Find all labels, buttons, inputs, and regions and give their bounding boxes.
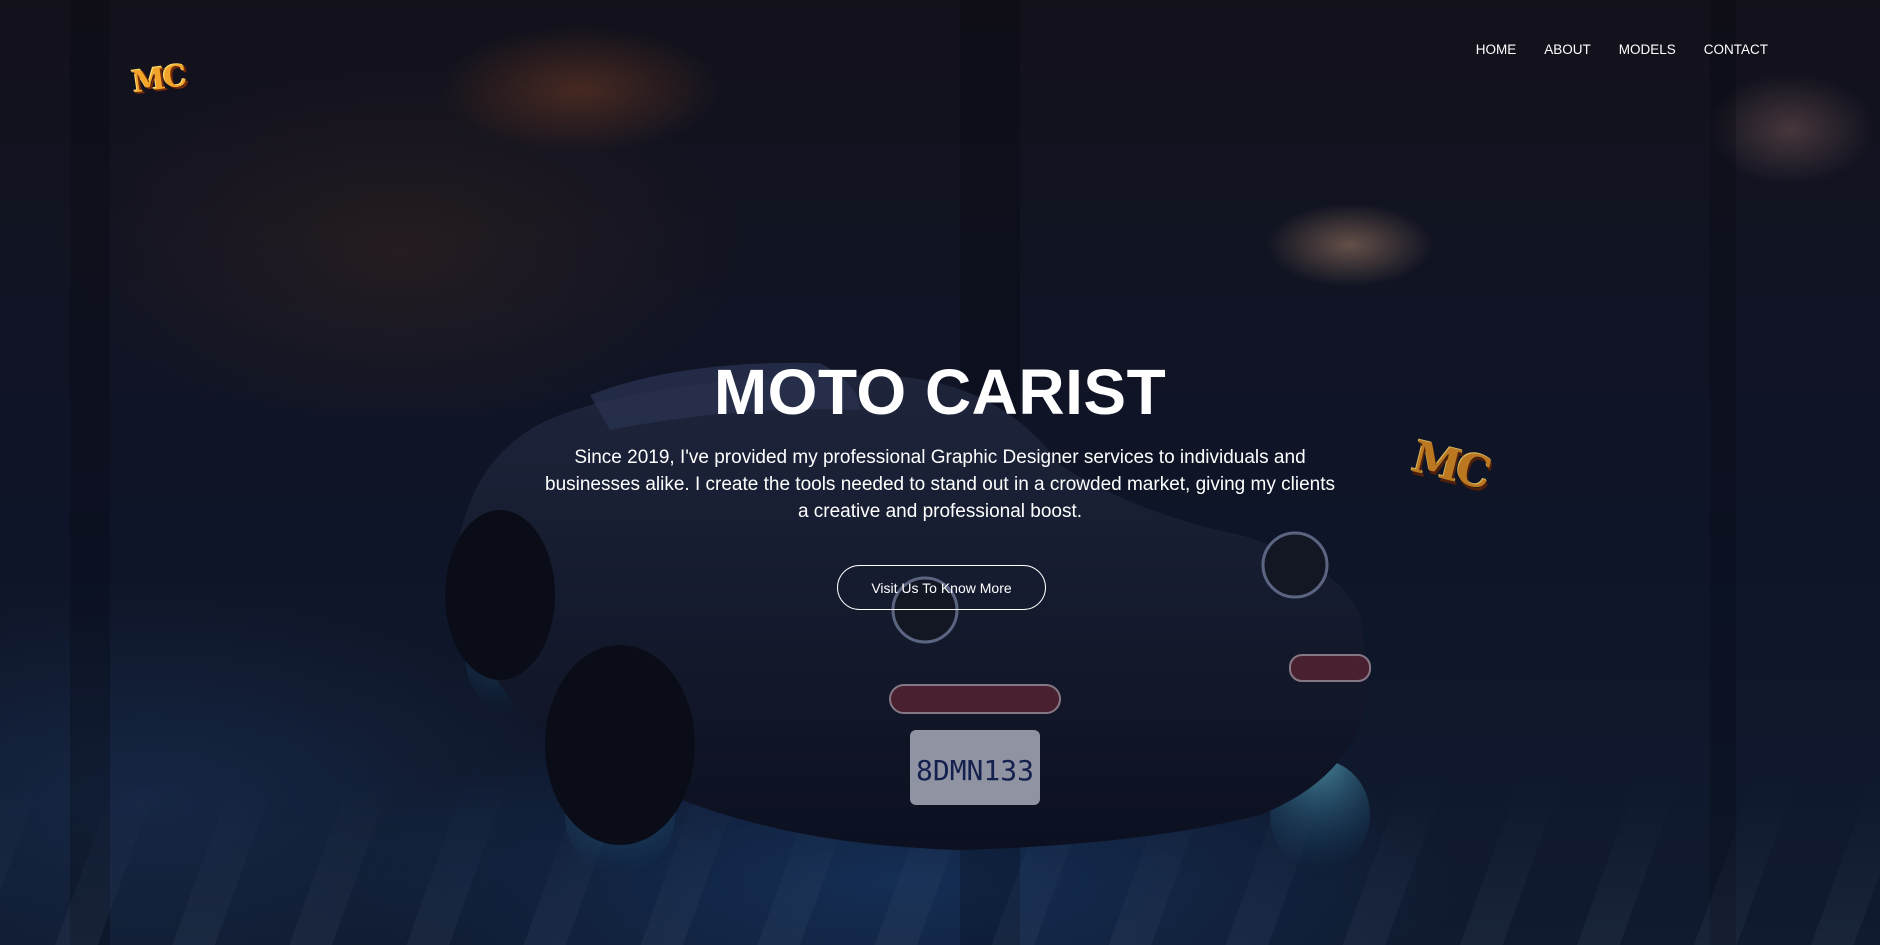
nav-about-link[interactable]: ABOUT bbox=[1516, 42, 1591, 57]
nav-models-link[interactable]: MODELS bbox=[1591, 42, 1676, 57]
hero-section: 8DMN133 MC HOME ABOUT MODELS CONTACT MOT… bbox=[0, 0, 1880, 945]
nav-contact-link[interactable]: CONTACT bbox=[1676, 42, 1768, 57]
nav-home-link[interactable]: HOME bbox=[1476, 42, 1517, 57]
main-nav: HOME ABOUT MODELS CONTACT bbox=[1476, 42, 1768, 57]
visit-us-button[interactable]: Visit Us To Know More bbox=[837, 565, 1046, 610]
hero-title: MOTO CARIST bbox=[713, 356, 1167, 428]
site-logo[interactable]: MC bbox=[130, 58, 187, 100]
hero-description: Since 2019, I've provided my professiona… bbox=[545, 447, 1335, 522]
